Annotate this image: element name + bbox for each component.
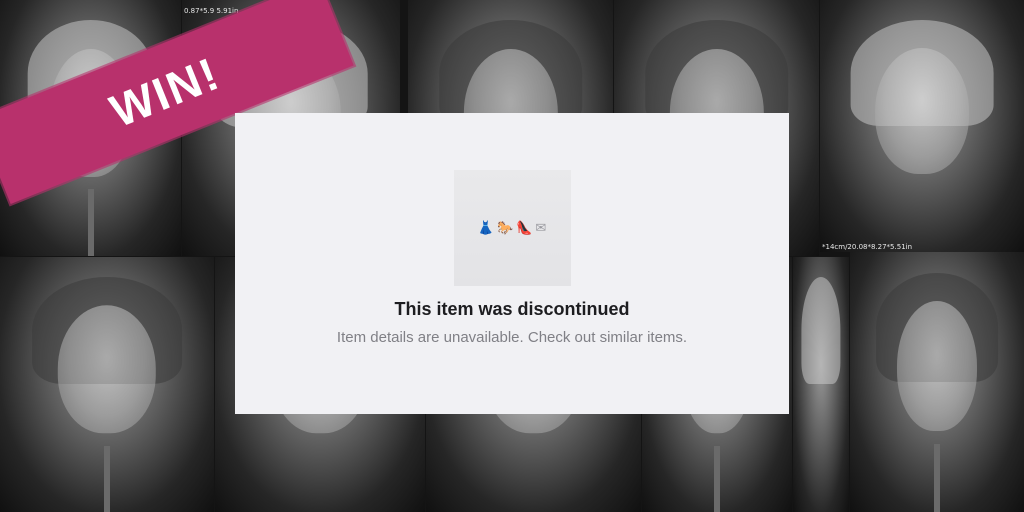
- doll-photo-tile: [0, 257, 214, 512]
- high-heel-icon: 👠: [516, 220, 533, 236]
- discontinued-modal: 👗 🐎 👠 ✉ This item was discontinued Item …: [235, 113, 789, 414]
- size-label-right: *14cm/20.08*8.27*5.51in: [822, 243, 913, 251]
- item-image-placeholder: 👗 🐎 👠 ✉: [453, 170, 571, 286]
- modal-subtitle: Item details are unavailable. Check out …: [336, 329, 688, 346]
- doll-photo-tile: [820, 0, 1024, 252]
- size-label-top: 0.87*5.9 5.91in: [184, 7, 239, 15]
- rocking-horse-icon: 🐎: [496, 220, 514, 236]
- envelope-icon: ✉: [535, 220, 547, 236]
- dress-icon: 👗: [477, 220, 494, 236]
- doll-photo-tile: [793, 257, 849, 512]
- doll-photo-tile: [850, 252, 1024, 512]
- modal-title: This item was discontinued: [394, 299, 630, 319]
